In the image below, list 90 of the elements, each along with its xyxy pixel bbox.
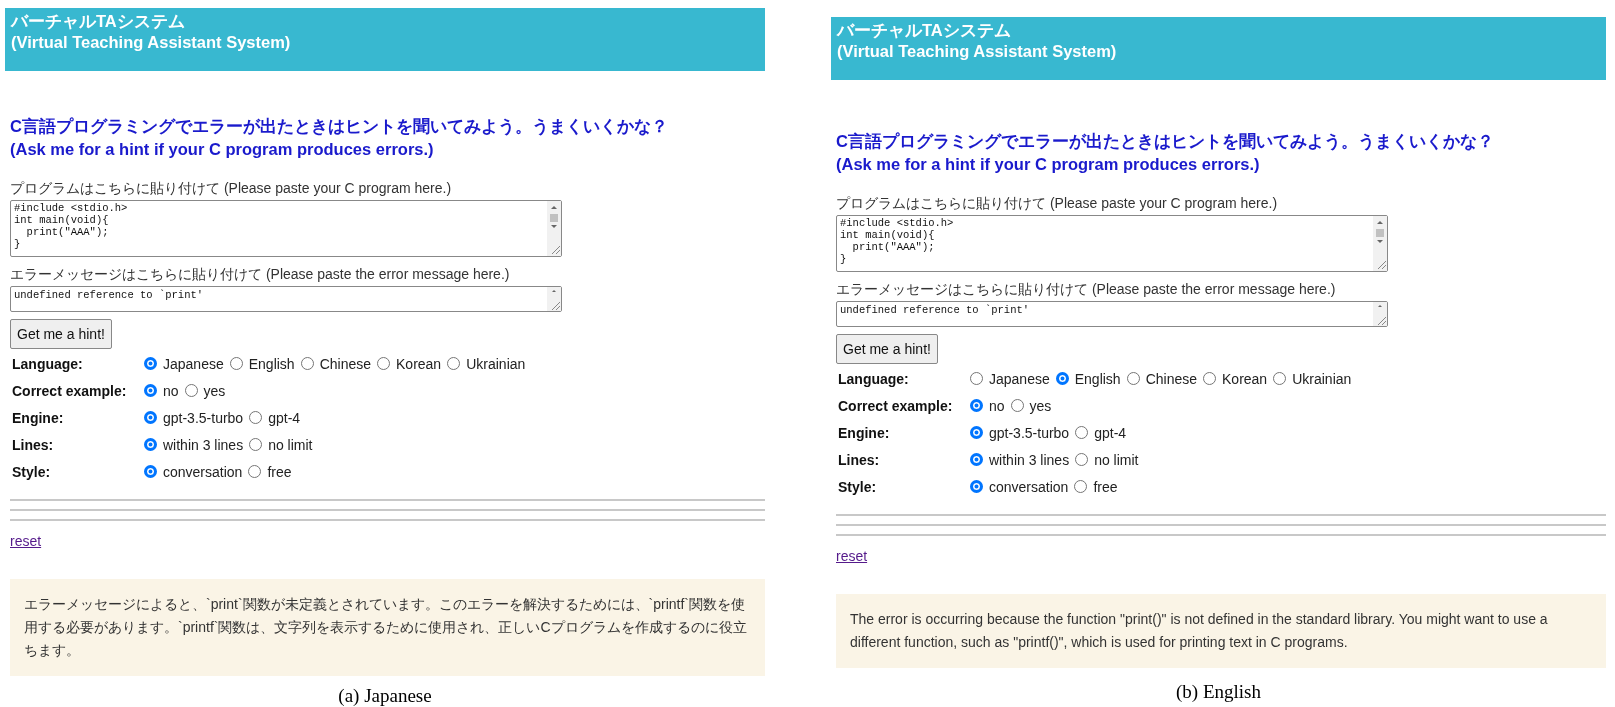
radio-button[interactable] [1055,372,1069,385]
choice-label[interactable]: Chinese [1145,370,1197,387]
program-field[interactable]: #include <stdio.h> int main(void){ print("AAA"); } [10,200,562,257]
reset-link[interactable]: reset [836,548,868,564]
choice-label[interactable]: Japanese [163,355,224,372]
radio-button[interactable] [1075,453,1089,466]
choice-label[interactable]: within 3 lines [989,451,1070,468]
choice-label[interactable]: gpt-4 [1094,424,1127,441]
choice-label[interactable]: gpt-3.5-turbo [989,424,1070,441]
program-label: プログラムはこちらに貼り付けて (Please paste your C program here.) [10,179,452,197]
radio-button[interactable] [144,411,157,424]
choice-label[interactable]: yes [1029,397,1052,414]
choice-label[interactable]: conversation [163,463,243,480]
scrollbar-drawing[interactable] [1373,216,1387,271]
banner-title: バーチャルTAシステム [11,11,186,32]
choice-label[interactable]: no [163,382,179,399]
radio-button[interactable] [1074,480,1088,493]
choice-label[interactable]: no limit [268,436,313,453]
choice-label[interactable]: Korean [1222,370,1268,387]
choice-label[interactable]: no [989,397,1005,414]
page-heading: C言語プログラミングでエラーが出たときはヒントを聞いてみよう。うまくいくかな？ [836,131,1494,153]
error-label: エラーメッセージはこちらに貼り付けて (Please paste the error message here.) [836,280,1336,298]
figure-caption: (a) Japanese [338,685,432,707]
choice-label[interactable]: Korean [396,355,442,372]
radio-button[interactable] [229,357,243,370]
choice-label[interactable]: Ukrainian [1292,370,1352,387]
error-field[interactable]: undefined reference to `print' [10,286,562,312]
scrollbar-drawing[interactable] [547,287,561,311]
option-label: Lines: [838,451,881,468]
radio-button[interactable] [144,438,157,451]
radio-button[interactable] [970,426,983,439]
radio-button[interactable] [1010,399,1024,412]
program-field[interactable]: #include <stdio.h> int main(void){ print("AAA"); } [836,215,1388,272]
radio-button[interactable] [184,384,198,397]
radio-button[interactable] [970,480,983,493]
error-label: エラーメッセージはこちらに貼り付けて (Please paste the error message here.) [10,265,510,283]
scrollbar-drawing[interactable] [1373,302,1387,326]
option-label: Style: [12,463,52,480]
hint-message: The error is occurring because the function "print()" is not defined in the standard library. You might want to use a different function, such as "printf()", which is used for printing text in C programs. [836,594,1606,668]
choice-label[interactable]: free [267,463,292,480]
radio-button[interactable] [447,357,461,370]
radio-button[interactable] [249,411,263,424]
radio-button[interactable] [1203,372,1216,385]
radio-button[interactable] [377,357,390,370]
option-label: Language: [12,355,84,372]
hint-message: エラーメッセージによると、`print`関数が未定義とされています。このエラーを解決するためには、`printf`関数を使用する必要があります。`printf`関数は、文字列を表示するために使用され、正しいCプログラムを作成するのに役立ちます。 [10,579,765,676]
page-heading: (Ask me for a hint if your C program produces errors.) [836,154,1261,175]
page-heading: C言語プログラミングでエラーが出たときはヒントを聞いてみよう。うまくいくかな？ [10,116,668,138]
option-label: Engine: [838,424,891,441]
option-label: Engine: [12,409,65,426]
radio-button[interactable] [300,357,314,370]
reset-link[interactable]: reset [10,533,42,549]
radio-button[interactable] [1126,372,1140,385]
radio-button[interactable] [249,438,263,451]
radio-button[interactable] [248,465,262,478]
figure-caption: (b) English [1176,681,1261,703]
option-label: Language: [838,370,910,387]
radio-button[interactable] [144,384,157,397]
radio-button[interactable] [970,372,983,385]
radio-button[interactable] [144,357,157,370]
radio-button[interactable] [144,465,157,478]
choice-label[interactable]: conversation [989,478,1069,495]
option-label: Lines: [12,436,55,453]
choice-label[interactable]: English [1074,370,1121,387]
radio-button[interactable] [1273,372,1287,385]
choice-label[interactable]: gpt-4 [268,409,301,426]
choice-label[interactable]: gpt-3.5-turbo [163,409,244,426]
choice-label[interactable]: within 3 lines [163,436,244,453]
choice-label[interactable]: Japanese [989,370,1050,387]
error-field[interactable]: undefined reference to `print' [836,301,1388,327]
choice-label[interactable]: Ukrainian [466,355,526,372]
hint-button[interactable]: Get me a hint! [10,319,112,349]
choice-label[interactable]: yes [203,382,226,399]
banner-title: (Virtual Teaching Assistant System) [11,32,292,53]
choice-label[interactable]: English [248,355,295,372]
hint-button[interactable]: Get me a hint! [836,334,938,364]
page-heading: (Ask me for a hint if your C program produces errors.) [10,139,435,160]
radio-button[interactable] [1075,426,1089,439]
option-label: Correct example: [838,397,954,414]
choice-label[interactable]: free [1093,478,1118,495]
radio-button[interactable] [970,453,983,466]
banner-title: (Virtual Teaching Assistant System) [837,41,1118,62]
choice-label[interactable]: Chinese [319,355,371,372]
radio-button[interactable] [970,399,983,412]
scrollbar-drawing[interactable] [547,201,561,256]
option-label: Correct example: [12,382,128,399]
program-label: プログラムはこちらに貼り付けて (Please paste your C program here.) [836,194,1278,212]
banner-title: バーチャルTAシステム [837,20,1012,41]
choice-label[interactable]: no limit [1094,451,1139,468]
option-label: Style: [838,478,878,495]
